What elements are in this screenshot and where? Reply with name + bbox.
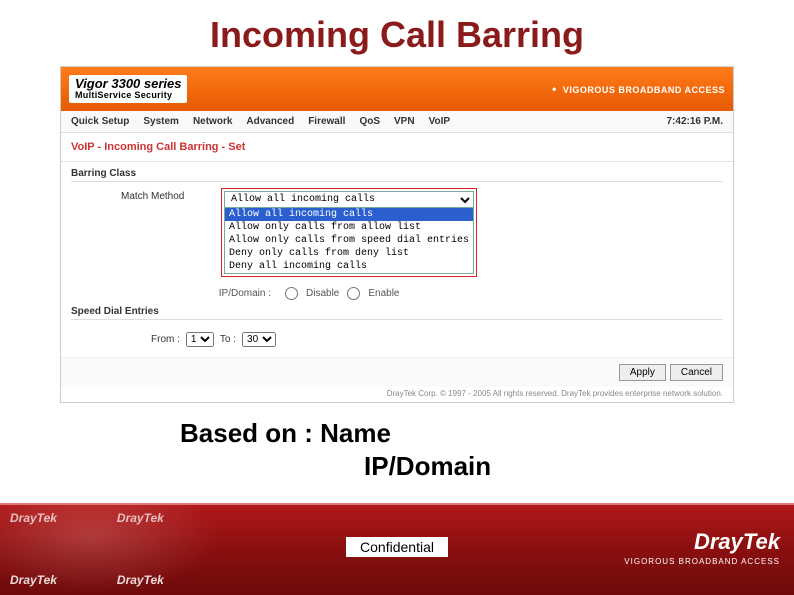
highlight-box: Allow all incoming calls Allow all incom… <box>221 188 477 277</box>
confidential-label: Confidential <box>346 537 448 557</box>
footer-band: DrayTek DrayTek Confidential DrayTek Dra… <box>0 503 794 595</box>
barring-option-1[interactable]: Allow only calls from allow list <box>225 221 473 234</box>
banner-tagline: VIGOROUS BROADBAND ACCESS <box>552 82 725 96</box>
brand-line1: Vigor 3300 series <box>75 77 181 91</box>
footer-brand-big: DrayTek <box>624 529 780 555</box>
footer-logos-top: DrayTek DrayTek <box>10 511 164 525</box>
to-label: To : <box>220 334 236 345</box>
barring-option-3[interactable]: Deny only calls from deny list <box>225 247 473 260</box>
menu-system[interactable]: System <box>143 116 179 127</box>
ipdomain-enable-radio[interactable] <box>347 287 360 300</box>
footer-brand-2: DrayTek <box>117 511 164 525</box>
footer-logos-bottom: DrayTek DrayTek <box>10 573 164 587</box>
basedon-line1: Based on : Name <box>180 417 794 450</box>
breadcrumb: VoIP - Incoming Call Barring - Set <box>61 133 733 162</box>
section-title-speeddial: Speed Dial Entries <box>71 306 723 320</box>
barring-option-0[interactable]: Allow all incoming calls <box>225 208 473 221</box>
basedon-line2: IP/Domain <box>180 450 794 483</box>
menu-voip[interactable]: VoIP <box>429 116 450 127</box>
menu-quicksetup[interactable]: Quick Setup <box>71 116 129 127</box>
apply-button[interactable]: Apply <box>619 364 666 381</box>
basedon-text: Based on : Name IP/Domain <box>0 403 794 482</box>
from-select[interactable]: 1 <box>186 332 214 347</box>
menu-firewall[interactable]: Firewall <box>308 116 345 127</box>
match-method-label: Match Method <box>121 188 211 202</box>
to-select[interactable]: 30 <box>242 332 276 347</box>
brand-box: Vigor 3300 series MultiService Security <box>69 75 187 103</box>
copyright: DrayTek Corp. © 1997 - 2005 All rights r… <box>61 387 733 402</box>
footer-brand-4: DrayTek <box>117 573 164 587</box>
barring-option-4[interactable]: Deny all incoming calls <box>225 260 473 273</box>
menubar: Quick Setup System Network Advanced Fire… <box>61 111 733 133</box>
ipdomain-row: IP/Domain : Disable Enable <box>71 287 723 300</box>
section-barring-class: Barring Class Match Method Allow all inc… <box>61 162 733 300</box>
ipdomain-label: IP/Domain : <box>211 288 271 299</box>
footer-brand-3: DrayTek <box>10 573 57 587</box>
clock: 7:42:16 P.M. <box>666 116 723 127</box>
footer-right: DrayTek VIGOROUS BROADBAND ACCESS <box>624 529 780 566</box>
menu-qos[interactable]: QoS <box>359 116 380 127</box>
ipdomain-disable-radio[interactable] <box>285 287 298 300</box>
button-bar: Apply Cancel <box>61 357 733 387</box>
slide-title: Incoming Call Barring <box>0 0 794 66</box>
banner: Vigor 3300 series MultiService Security … <box>61 67 733 111</box>
section-speed-dial: Speed Dial Entries From : 1 To : 30 <box>61 300 733 357</box>
cancel-button[interactable]: Cancel <box>670 364 723 381</box>
ipdomain-enable-label: Enable <box>368 288 399 299</box>
ipdomain-disable-label: Disable <box>306 288 339 299</box>
menu-network[interactable]: Network <box>193 116 232 127</box>
barring-option-2[interactable]: Allow only calls from speed dial entries <box>225 234 473 247</box>
brand-line2: MultiService Security <box>75 91 181 101</box>
barring-class-combo[interactable]: Allow all incoming calls Allow all incom… <box>224 191 474 274</box>
section-title-barring: Barring Class <box>71 168 723 182</box>
footer-brand-1: DrayTek <box>10 511 57 525</box>
menu-advanced[interactable]: Advanced <box>246 116 294 127</box>
app-window: Vigor 3300 series MultiService Security … <box>60 66 734 403</box>
footer-tagline: VIGOROUS BROADBAND ACCESS <box>624 557 780 566</box>
from-label: From : <box>151 334 180 345</box>
barring-class-select[interactable]: Allow all incoming calls <box>225 192 473 208</box>
menu-vpn[interactable]: VPN <box>394 116 415 127</box>
